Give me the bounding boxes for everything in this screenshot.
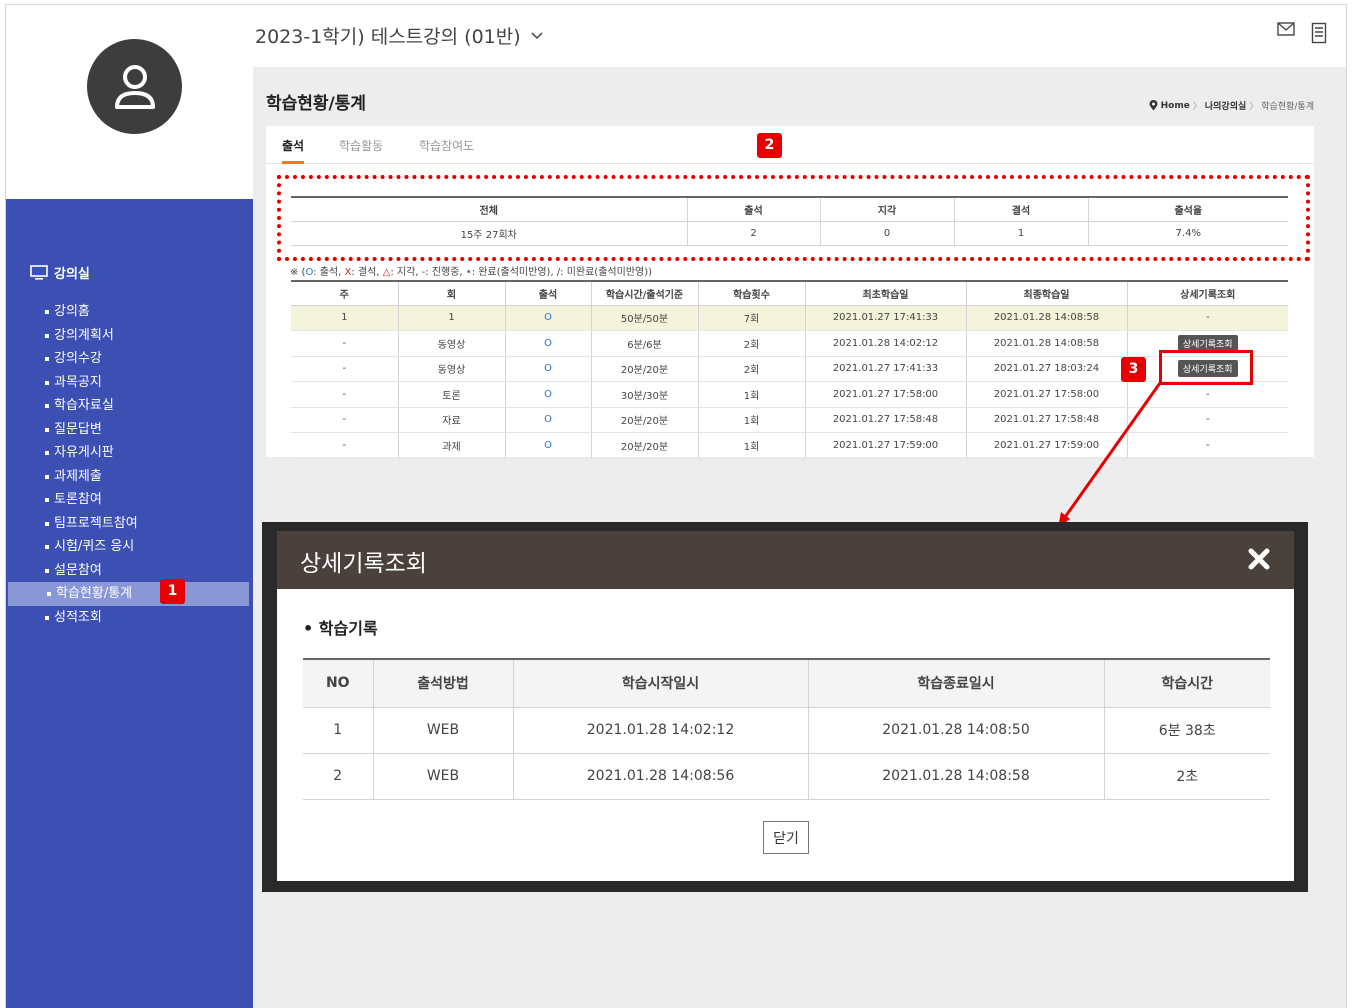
close-button[interactable]: 닫기	[763, 821, 809, 854]
record-header: 출석방법	[373, 658, 514, 708]
table-row: 2 WEB 2021.01.28 14:08:56 2021.01.28 14:08:…	[303, 753, 1270, 800]
close-x-icon[interactable]	[1248, 548, 1270, 570]
record-header: NO	[303, 658, 374, 708]
modal-subtitle: • 학습기록	[303, 619, 378, 638]
record-header: 학습종료일시	[808, 658, 1105, 708]
table-row: 1 WEB 2021.01.28 14:02:12 2021.01.28 14:08:…	[303, 707, 1270, 754]
modal-header: 상세기록조회	[277, 531, 1294, 589]
record-header: 학습시간	[1104, 658, 1270, 708]
record-header: 학습시작일시	[513, 658, 809, 708]
detail-record-modal: 상세기록조회 • 학습기록 NO 출석방법 학습시작일시 학습종료일시 학습시간…	[277, 531, 1294, 881]
modal-title: 상세기록조회	[300, 551, 427, 577]
learning-record-table: NO 출석방법 학습시작일시 학습종료일시 학습시간 1 WEB 2021.01.2…	[303, 658, 1270, 800]
